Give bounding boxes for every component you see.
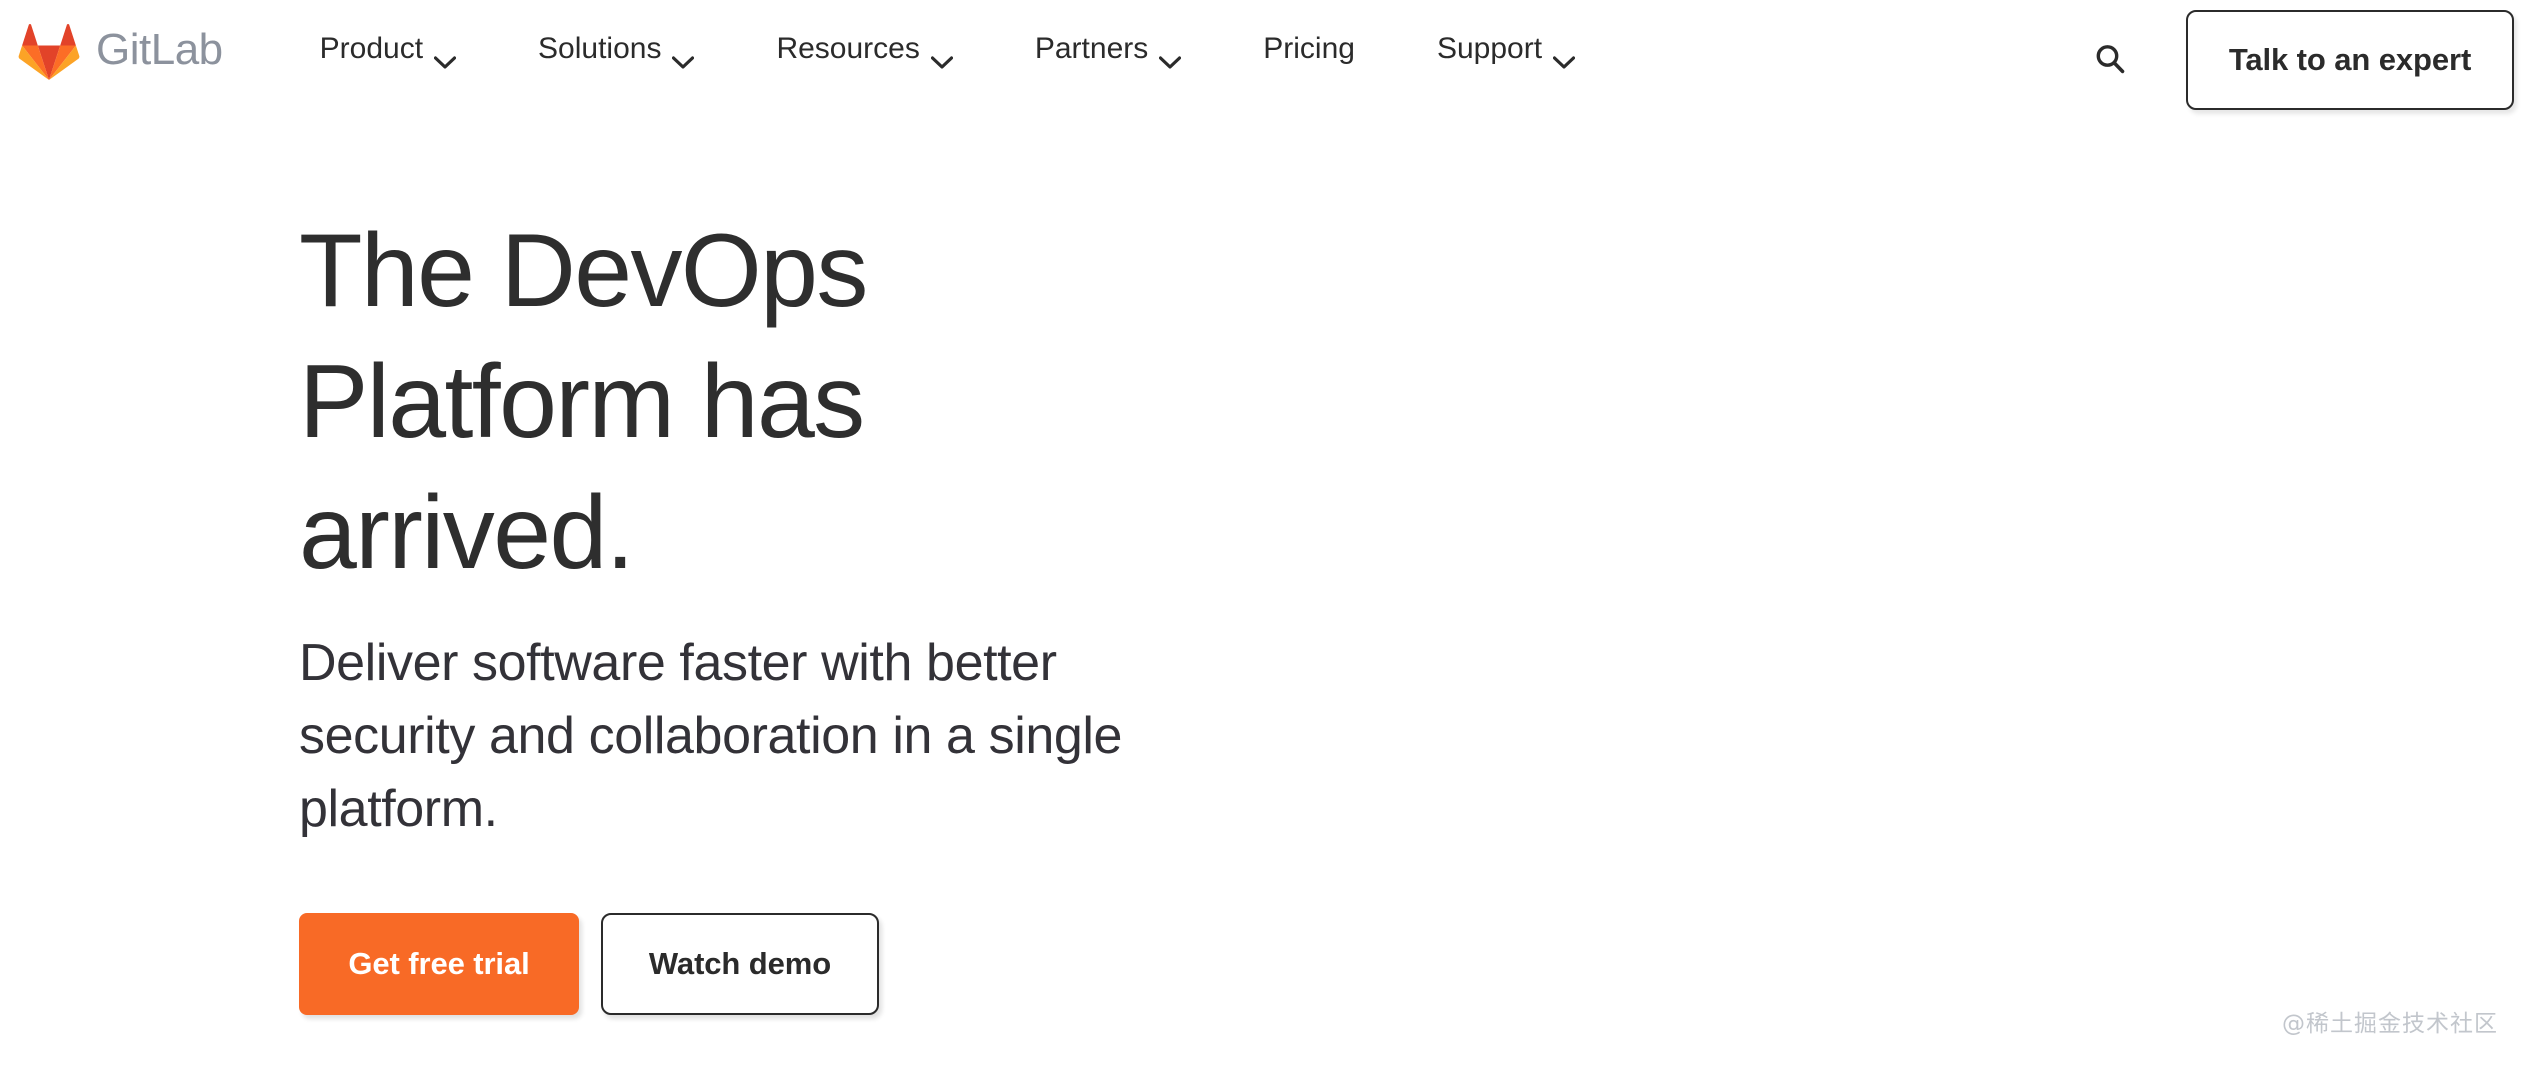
nav-item-support[interactable]: Support — [1396, 32, 1616, 69]
chevron-down-icon — [1159, 45, 1182, 69]
search-button[interactable] — [2092, 42, 2128, 78]
talk-to-an-expert-button[interactable]: Talk to an expert — [2186, 10, 2514, 110]
primary-navigation: Product Solutions Resources Partners Pri… — [279, 32, 1616, 69]
chevron-down-icon — [672, 45, 695, 69]
hero-subtitle: Deliver software faster with better secu… — [299, 634, 1123, 838]
hero-section: The DevOps Platform has arrived. Deliver… — [299, 206, 1349, 1016]
search-icon — [2093, 42, 2127, 79]
nav-item-label: Resources — [776, 32, 920, 65]
nav-item-resources[interactable]: Resources — [735, 32, 993, 69]
chevron-down-icon — [433, 45, 457, 69]
nav-item-label: Partners — [1034, 32, 1149, 65]
page-title: The DevOps Platform has arrived. — [299, 213, 868, 592]
gitlab-logo-link[interactable]: GitLab — [18, 22, 223, 80]
nav-item-label: Pricing — [1263, 32, 1355, 65]
nav-item-label: Solutions — [538, 32, 662, 65]
nav-item-label: Support — [1436, 32, 1543, 65]
talk-to-an-expert-label: Talk to an expert — [2228, 42, 2472, 77]
get-free-trial-button[interactable]: Get free trial — [299, 913, 579, 1016]
hero-cta-group: Get free trial Watch demo — [299, 913, 1349, 1016]
get-free-trial-label: Get free trial — [348, 946, 530, 982]
gitlab-wordmark: GitLab — [96, 24, 223, 74]
chevron-down-icon — [930, 45, 953, 69]
chevron-down-icon — [1552, 45, 1576, 69]
site-header: GitLab Product Solutions Resources Partn… — [0, 0, 2524, 122]
nav-item-label: Product — [319, 32, 424, 65]
gitlab-tanuki-icon — [18, 22, 80, 80]
watch-demo-button[interactable]: Watch demo — [601, 913, 879, 1016]
nav-item-solutions[interactable]: Solutions — [497, 32, 735, 69]
watch-demo-label: Watch demo — [648, 946, 832, 982]
nav-item-partners[interactable]: Partners — [994, 32, 1222, 69]
nav-item-pricing[interactable]: Pricing — [1222, 34, 1396, 64]
nav-item-product[interactable]: Product — [279, 32, 497, 69]
header-actions: Talk to an expert — [2092, 0, 2524, 110]
watermark: @稀土掘金技术社区 — [2282, 1011, 2498, 1037]
